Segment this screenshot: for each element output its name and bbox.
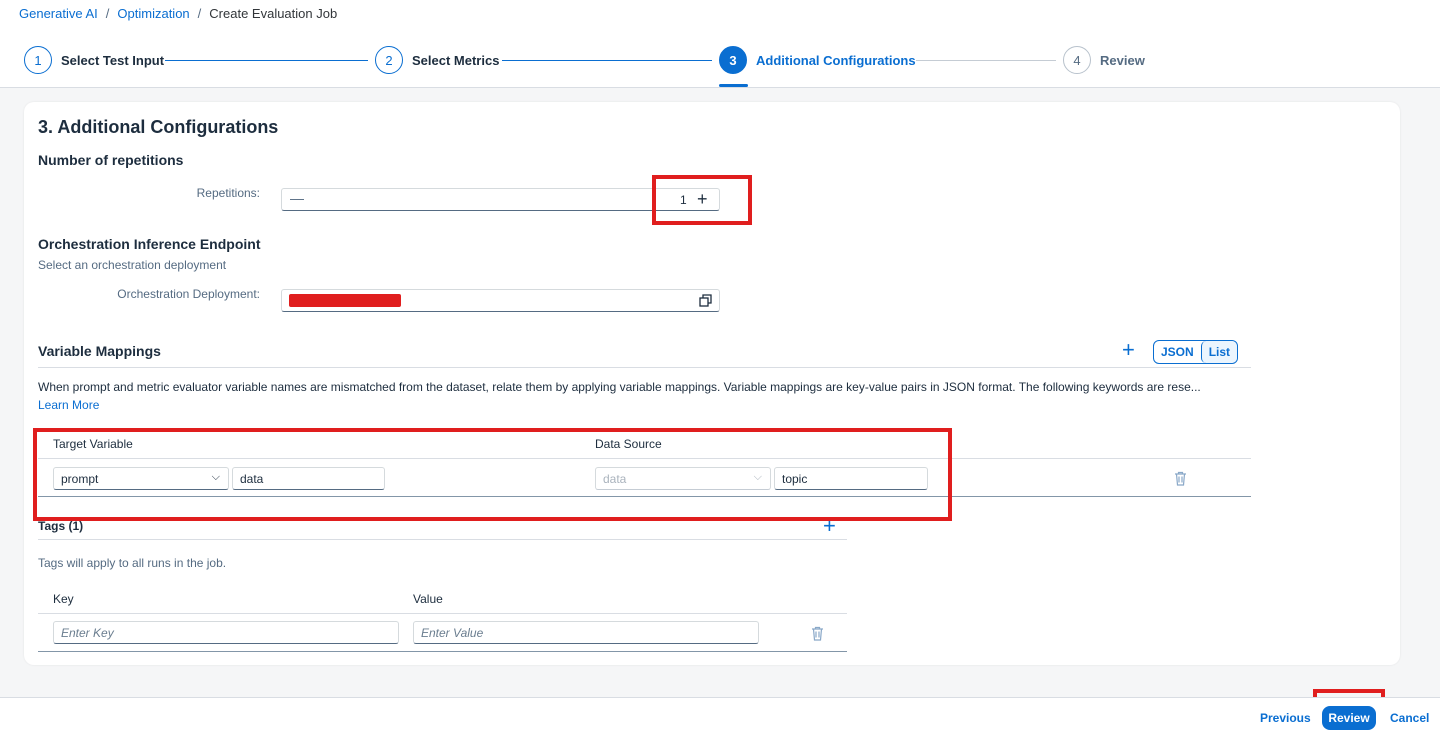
- variable-mappings-description: When prompt and metric evaluator variabl…: [38, 380, 1201, 394]
- breadcrumb-generative-ai[interactable]: Generative AI: [19, 6, 98, 21]
- deployment-label: Orchestration Deployment:: [117, 287, 260, 301]
- redacted-value: [289, 294, 401, 307]
- key-header: Key: [53, 592, 74, 606]
- step-connector: [502, 60, 712, 61]
- tag-value-placeholder: Enter Value: [421, 626, 484, 640]
- step-number: 3: [719, 46, 747, 74]
- tag-value-input[interactable]: Enter Value: [413, 621, 759, 644]
- highlight-variable-mapping: [33, 428, 952, 521]
- breadcrumb-optimization[interactable]: Optimization: [117, 6, 189, 21]
- previous-button[interactable]: Previous: [1260, 711, 1311, 725]
- step-label: Review: [1100, 52, 1145, 68]
- section-divider: [38, 367, 1251, 368]
- active-step-indicator: [719, 84, 748, 87]
- learn-more-link[interactable]: Learn More: [38, 398, 99, 412]
- cancel-button[interactable]: Cancel: [1390, 711, 1429, 725]
- step-label: Select Test Input: [61, 52, 165, 68]
- repetitions-label: Repetitions:: [196, 186, 260, 200]
- tags-table-divider: [38, 613, 847, 614]
- value-header: Value: [413, 592, 443, 606]
- tag-key-placeholder: Enter Key: [61, 626, 114, 640]
- view-toggle[interactable]: JSON List: [1153, 340, 1239, 364]
- step-connector: [916, 60, 1056, 61]
- value-help-icon[interactable]: [699, 294, 712, 307]
- tags-divider: [38, 539, 847, 540]
- list-toggle[interactable]: List: [1200, 341, 1238, 363]
- step-select-metrics[interactable]: 2 Select Metrics: [375, 46, 499, 74]
- step-connector: [165, 60, 368, 61]
- delete-tag-icon[interactable]: [811, 626, 824, 641]
- deployment-input[interactable]: [281, 289, 720, 312]
- breadcrumb-separator: /: [197, 6, 202, 21]
- step-review[interactable]: 4 Review: [1063, 46, 1145, 74]
- breadcrumb-separator: /: [105, 6, 110, 21]
- footer-bar: Previous Review Cancel: [0, 697, 1440, 739]
- tag-key-input[interactable]: Enter Key: [53, 621, 399, 644]
- step-number: 2: [375, 46, 403, 74]
- decrement-button[interactable]: —: [290, 190, 304, 206]
- json-toggle[interactable]: JSON: [1154, 341, 1201, 363]
- repetitions-heading: Number of repetitions: [38, 152, 184, 168]
- step-label: Additional Configurations: [756, 52, 916, 68]
- variable-mappings-heading: Variable Mappings: [38, 343, 161, 359]
- step-number: 1: [24, 46, 52, 74]
- section-title: 3. Additional Configurations: [38, 117, 279, 137]
- breadcrumb: Generative AI / Optimization / Create Ev…: [19, 6, 337, 21]
- tags-heading: Tags (1): [38, 519, 84, 533]
- review-button[interactable]: Review: [1322, 706, 1376, 730]
- tags-description: Tags will apply to all runs in the job.: [38, 556, 227, 570]
- tags-bottom-divider: [38, 651, 847, 652]
- highlight-repetitions: [652, 175, 752, 225]
- step-label: Select Metrics: [412, 52, 500, 68]
- add-mapping-button[interactable]: +: [1122, 338, 1135, 362]
- delete-mapping-icon[interactable]: [1174, 471, 1187, 486]
- step-number: 4: [1063, 46, 1091, 74]
- endpoint-heading: Orchestration Inference Endpoint: [38, 236, 261, 252]
- endpoint-subtitle: Select an orchestration deployment: [38, 258, 227, 272]
- breadcrumb-current: Create Evaluation Job: [209, 6, 338, 21]
- step-additional-configurations[interactable]: 3 Additional Configurations: [719, 46, 916, 74]
- step-select-test-input[interactable]: 1 Select Test Input: [24, 46, 164, 74]
- header: Generative AI / Optimization / Create Ev…: [0, 0, 1440, 88]
